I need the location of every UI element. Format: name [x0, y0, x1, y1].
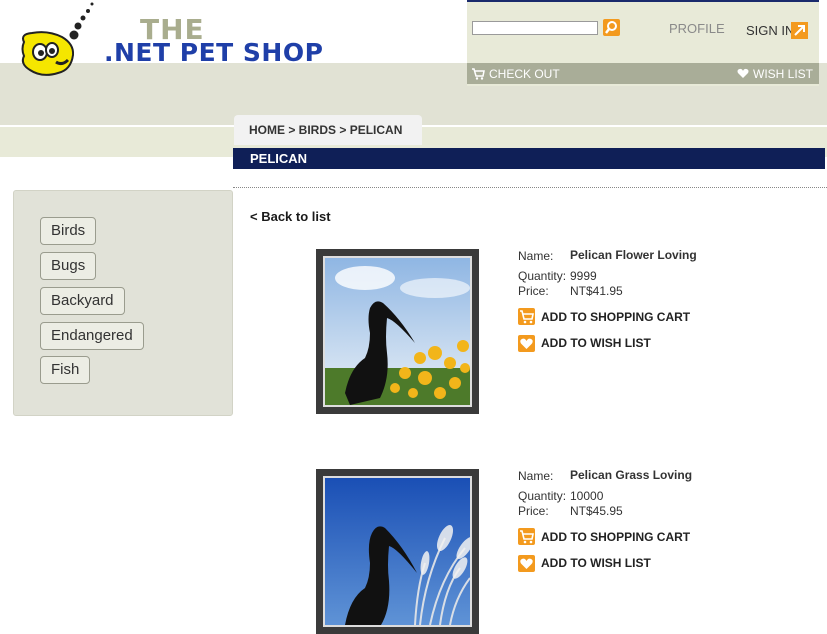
search-icon [605, 21, 617, 34]
divider [233, 187, 827, 188]
add-to-wishlist-button[interactable]: ADD TO WISH LIST [541, 556, 651, 570]
add-to-wishlist-icon[interactable] [518, 555, 535, 572]
sidebar-item-fish[interactable]: Fish [40, 356, 91, 384]
sidebar-item-birds[interactable]: Birds [40, 217, 97, 245]
quantity-label: Quantity: [518, 269, 567, 283]
add-to-wishlist-button[interactable]: ADD TO WISH LIST [541, 336, 651, 350]
sidebar-item-endangered[interactable]: Endangered [40, 322, 144, 350]
logo-fish-icon [21, 2, 94, 76]
page-title-bar [233, 148, 825, 169]
product-quantity: 10000 [570, 489, 604, 503]
search-input[interactable] [472, 21, 598, 35]
profile-link[interactable]: PROFILE [669, 21, 725, 36]
product-quantity: 9999 [570, 269, 597, 283]
add-to-cart-icon[interactable] [518, 528, 535, 545]
search-button[interactable] [603, 19, 620, 36]
pelican-flower-photo [325, 258, 470, 405]
add-to-cart-button[interactable]: ADD TO SHOPPING CART [541, 310, 690, 324]
breadcrumb[interactable]: HOME > BIRDS > PELICAN [249, 123, 402, 137]
category-sidebar: Birds Bugs Backyard Endangered Fish [13, 190, 233, 416]
add-to-wishlist-icon[interactable] [518, 335, 535, 352]
back-to-list-link[interactable]: < Back to list [250, 209, 331, 224]
pelican-grass-photo [325, 478, 470, 625]
sidebar-item-bugs[interactable]: Bugs [40, 252, 97, 280]
price-label: Price: [518, 504, 549, 518]
product-name: Pelican Grass Loving [570, 468, 693, 482]
add-to-cart-icon[interactable] [518, 308, 535, 325]
product-price: NT$45.95 [570, 504, 623, 518]
sign-in-arrow-icon[interactable] [791, 22, 808, 39]
product-price: NT$41.95 [570, 284, 623, 298]
add-to-cart-button[interactable]: ADD TO SHOPPING CART [541, 530, 690, 544]
cart-icon [472, 68, 485, 80]
page-title: PELICAN [250, 151, 308, 166]
sign-in-link[interactable]: SIGN IN [746, 23, 794, 38]
logo-title-line2: .NET PET SHOP [104, 38, 324, 67]
name-label: Name: [518, 249, 554, 263]
quantity-label: Quantity: [518, 489, 567, 503]
product-image[interactable] [316, 249, 479, 414]
price-label: Price: [518, 284, 549, 298]
logo[interactable]: THE .NET PET SHOP [18, 0, 338, 85]
sidebar-item-backyard[interactable]: Backyard [40, 287, 125, 315]
product-image[interactable] [316, 469, 479, 634]
name-label: Name: [518, 469, 554, 483]
wish-list-link[interactable]: WISH LIST [753, 67, 813, 81]
checkout-link[interactable]: CHECK OUT [489, 67, 560, 81]
heart-icon [737, 68, 749, 78]
product-name: Pelican Flower Loving [570, 248, 697, 262]
